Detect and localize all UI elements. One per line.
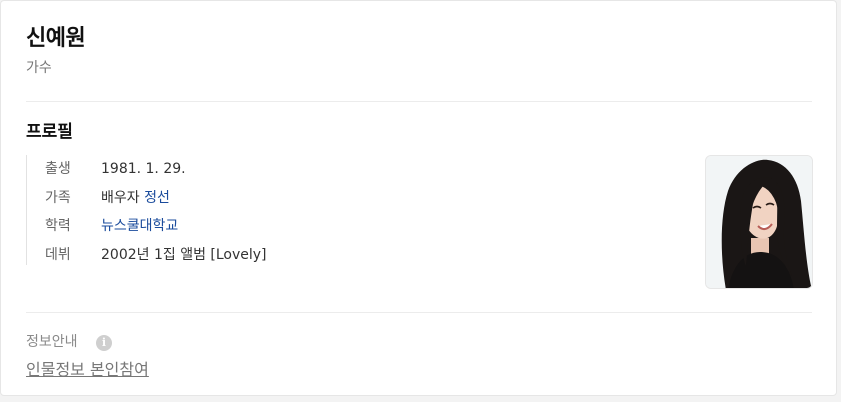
school-link[interactable]: 뉴스쿨대학교: [101, 218, 178, 234]
profile-label: 출생: [45, 161, 71, 177]
divider: [26, 101, 812, 102]
person-info-card: 신예원 가수 프로필 출생 1981. 1. 29. 가족 배우자 정선 학력 …: [0, 0, 837, 396]
profile-value: 2002년 1집 앨범 [Lovely]: [101, 247, 267, 263]
divider: [26, 312, 812, 313]
profile-label: 가족: [45, 190, 71, 206]
person-photo[interactable]: [705, 155, 813, 289]
person-name: 신예원: [26, 26, 86, 51]
person-photo-icon: [706, 156, 812, 288]
profile-value: 뉴스쿨대학교: [101, 216, 178, 236]
profile-value: 배우자 정선: [101, 188, 170, 208]
profile-section-title: 프로필: [26, 122, 73, 142]
profile-label: 데뷔: [45, 247, 71, 263]
spouse-link[interactable]: 정선: [144, 190, 170, 206]
info-icon[interactable]: i: [96, 335, 112, 351]
profile-label: 학력: [45, 218, 71, 234]
info-label: 정보안내: [26, 334, 78, 350]
spouse-prefix: 배우자: [101, 190, 140, 206]
person-occupation: 가수: [26, 60, 52, 76]
profile-value: 1981. 1. 29.: [101, 161, 186, 177]
profile-participation-link[interactable]: 인물정보 본인참여: [26, 360, 149, 380]
profile-list: 출생 1981. 1. 29. 가족 배우자 정선 학력 뉴스쿨대학교 데뷔 2…: [26, 155, 667, 265]
